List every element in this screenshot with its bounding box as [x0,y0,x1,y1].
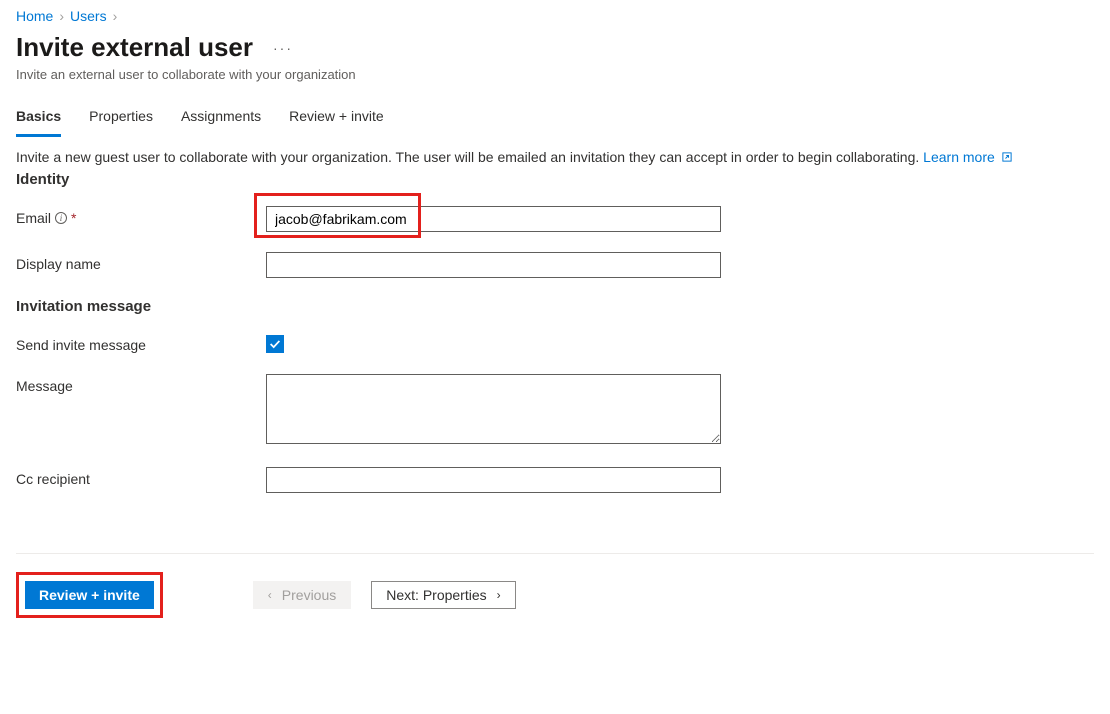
breadcrumb-home[interactable]: Home [16,8,53,24]
chevron-right-icon: › [113,8,118,24]
description: Invite a new guest user to collaborate w… [16,149,1094,165]
required-indicator: * [71,210,76,226]
tab-review[interactable]: Review + invite [289,102,384,137]
highlight-box: Review + invite [16,572,163,618]
tab-assignments[interactable]: Assignments [181,102,261,137]
breadcrumb: Home › Users › [16,8,1094,24]
send-invite-checkbox[interactable] [266,335,284,353]
chevron-right-icon: › [59,8,64,24]
more-actions-icon[interactable]: ··· [269,36,297,60]
check-icon [268,337,282,351]
email-field[interactable] [266,206,721,232]
display-name-label: Display name [16,252,266,272]
tab-basics[interactable]: Basics [16,102,61,137]
send-invite-label: Send invite message [16,333,266,353]
learn-more-link[interactable]: Learn more [923,149,1012,165]
page-subtitle: Invite an external user to collaborate w… [16,67,1094,82]
breadcrumb-users[interactable]: Users [70,8,107,24]
next-button[interactable]: Next: Properties › [371,581,515,609]
section-identity: Identity [16,171,1094,188]
cc-recipient-field[interactable] [266,467,721,493]
tabs: Basics Properties Assignments Review + i… [16,102,1094,137]
email-label: Email i * [16,206,266,226]
message-label: Message [16,374,266,394]
page-title: Invite external user [16,32,253,63]
review-invite-button[interactable]: Review + invite [25,581,154,609]
tab-properties[interactable]: Properties [89,102,153,137]
chevron-right-icon: › [497,588,501,602]
section-invitation: Invitation message [16,298,1094,315]
cc-label: Cc recipient [16,467,266,487]
message-field[interactable] [266,374,721,444]
chevron-left-icon: ‹ [268,588,272,602]
footer: Review + invite ‹ Previous Next: Propert… [16,553,1094,618]
external-link-icon [1001,151,1013,163]
previous-button: ‹ Previous [253,581,351,609]
info-icon[interactable]: i [55,212,67,224]
display-name-field[interactable] [266,252,721,278]
